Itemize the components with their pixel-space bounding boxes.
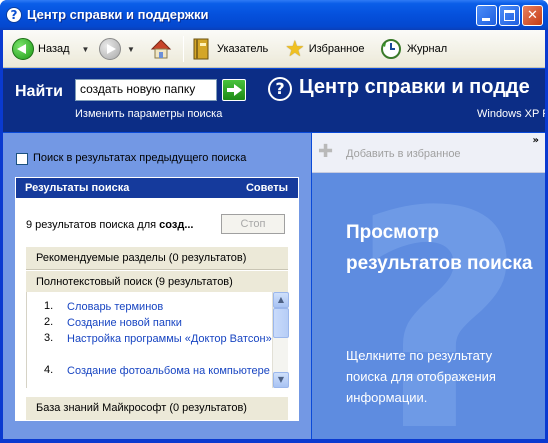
chevron-down-icon[interactable]: ▼	[82, 45, 90, 54]
history-label: Журнал	[407, 43, 448, 55]
list-item-number: 2.	[44, 316, 54, 328]
title-bar[interactable]: ? Центр справки и поддержки ✕	[0, 0, 548, 30]
favorites-button[interactable]: ★ Избранное	[285, 36, 364, 62]
history-button[interactable]: Журнал	[379, 36, 447, 62]
home-icon	[150, 39, 172, 59]
back-button[interactable]: Назад ▼	[12, 36, 89, 62]
results-panel: Результаты поиска Советы 9 результатов п…	[15, 177, 299, 421]
maximize-button[interactable]	[499, 5, 520, 26]
minimize-button[interactable]	[476, 5, 497, 26]
home-button[interactable]	[149, 36, 173, 62]
help-icon: ?	[6, 7, 22, 23]
list-item-number: 4.	[44, 364, 54, 376]
help-center-title: Центр справки и подде	[299, 76, 530, 98]
index-button[interactable]: Указатель	[191, 36, 268, 62]
chevron-right-icon[interactable]: »	[533, 135, 539, 146]
scrollbar-thumb[interactable]	[273, 308, 289, 338]
search-results-pane: Поиск в результатах предыдущего поиска Р…	[3, 133, 311, 439]
find-label: Найти	[15, 83, 63, 100]
content-pane: ✚ Добавить в избранное » ? Просмотр резу…	[312, 133, 545, 439]
results-count: 9 результатов поиска для созд...	[26, 219, 193, 231]
chevron-down-icon[interactable]: ▼	[127, 45, 135, 54]
results-count-query: созд...	[159, 219, 194, 231]
search-band: Найти создать новую папку Изменить парам…	[3, 69, 548, 132]
star-icon: ★	[285, 36, 305, 61]
view-results-title: Просмотр результатов поиска	[346, 222, 533, 274]
forward-button[interactable]: ▼	[99, 36, 135, 62]
list-item-link[interactable]: Создание новой папки	[67, 316, 277, 331]
list-item-link[interactable]: Настройка программы «Доктор Ватсон»	[67, 332, 277, 347]
results-scrollbar[interactable]: ▲ ▼	[272, 292, 289, 388]
windows-xp-label: Windows XP P	[477, 108, 548, 120]
section-fulltext[interactable]: Полнотекстовый поиск (9 результатов)	[26, 270, 288, 294]
favorites-label: Избранное	[308, 43, 365, 55]
results-list: 1. Словарь терминов 2. Создание новой па…	[26, 292, 288, 388]
section-knowledge-base[interactable]: База знаний Майкрософт (0 результатов)	[26, 396, 288, 420]
view-results-description: Щелкните по результату поиска для отобра…	[346, 348, 496, 405]
list-item-link[interactable]: Словарь терминов	[67, 300, 277, 315]
help-center-window: ? Центр справки и поддержки ✕ Назад ▼ ▼	[0, 0, 548, 443]
search-go-button[interactable]	[222, 79, 246, 101]
close-icon: ✕	[527, 8, 538, 23]
minimize-icon	[482, 18, 490, 21]
index-label: Указатель	[217, 43, 269, 55]
toolbar: Назад ▼ ▼ Указатель ★ Избранное Журнал	[3, 30, 545, 68]
chevron-down-icon[interactable]: ▼	[273, 372, 289, 388]
tips-link[interactable]: Советы	[246, 182, 288, 194]
results-count-text: 9 результатов поиска для	[26, 219, 157, 231]
add-favorite-star-icon: ✚	[318, 141, 334, 162]
list-item-number: 1.	[44, 300, 54, 312]
window-title: Центр справки и поддержки	[27, 7, 209, 22]
change-search-params-link[interactable]: Изменить параметры поиска	[75, 108, 222, 120]
results-header: Результаты поиска Советы	[16, 178, 298, 198]
forward-arrow-icon	[99, 38, 121, 60]
stop-button[interactable]: Стоп	[221, 214, 285, 234]
help-icon: ?	[268, 77, 292, 101]
chevron-up-icon[interactable]: ▲	[273, 292, 289, 308]
close-button[interactable]: ✕	[522, 5, 543, 26]
history-icon	[381, 39, 401, 59]
back-label: Назад	[38, 43, 70, 55]
section-recommended[interactable]: Рекомендуемые разделы (0 результатов)	[26, 246, 288, 270]
back-arrow-icon	[12, 38, 34, 60]
search-previous-label[interactable]: Поиск в результатах предыдущего поиска	[33, 152, 246, 164]
search-previous-checkbox[interactable]	[16, 153, 28, 165]
list-item-number: 3.	[44, 332, 54, 344]
book-icon	[193, 38, 209, 60]
list-item-link[interactable]: Создание фотоальбома на компьютере	[67, 364, 277, 379]
maximize-icon	[504, 10, 515, 21]
results-title: Результаты поиска	[25, 182, 130, 194]
search-input[interactable]: создать новую папку	[75, 79, 217, 101]
